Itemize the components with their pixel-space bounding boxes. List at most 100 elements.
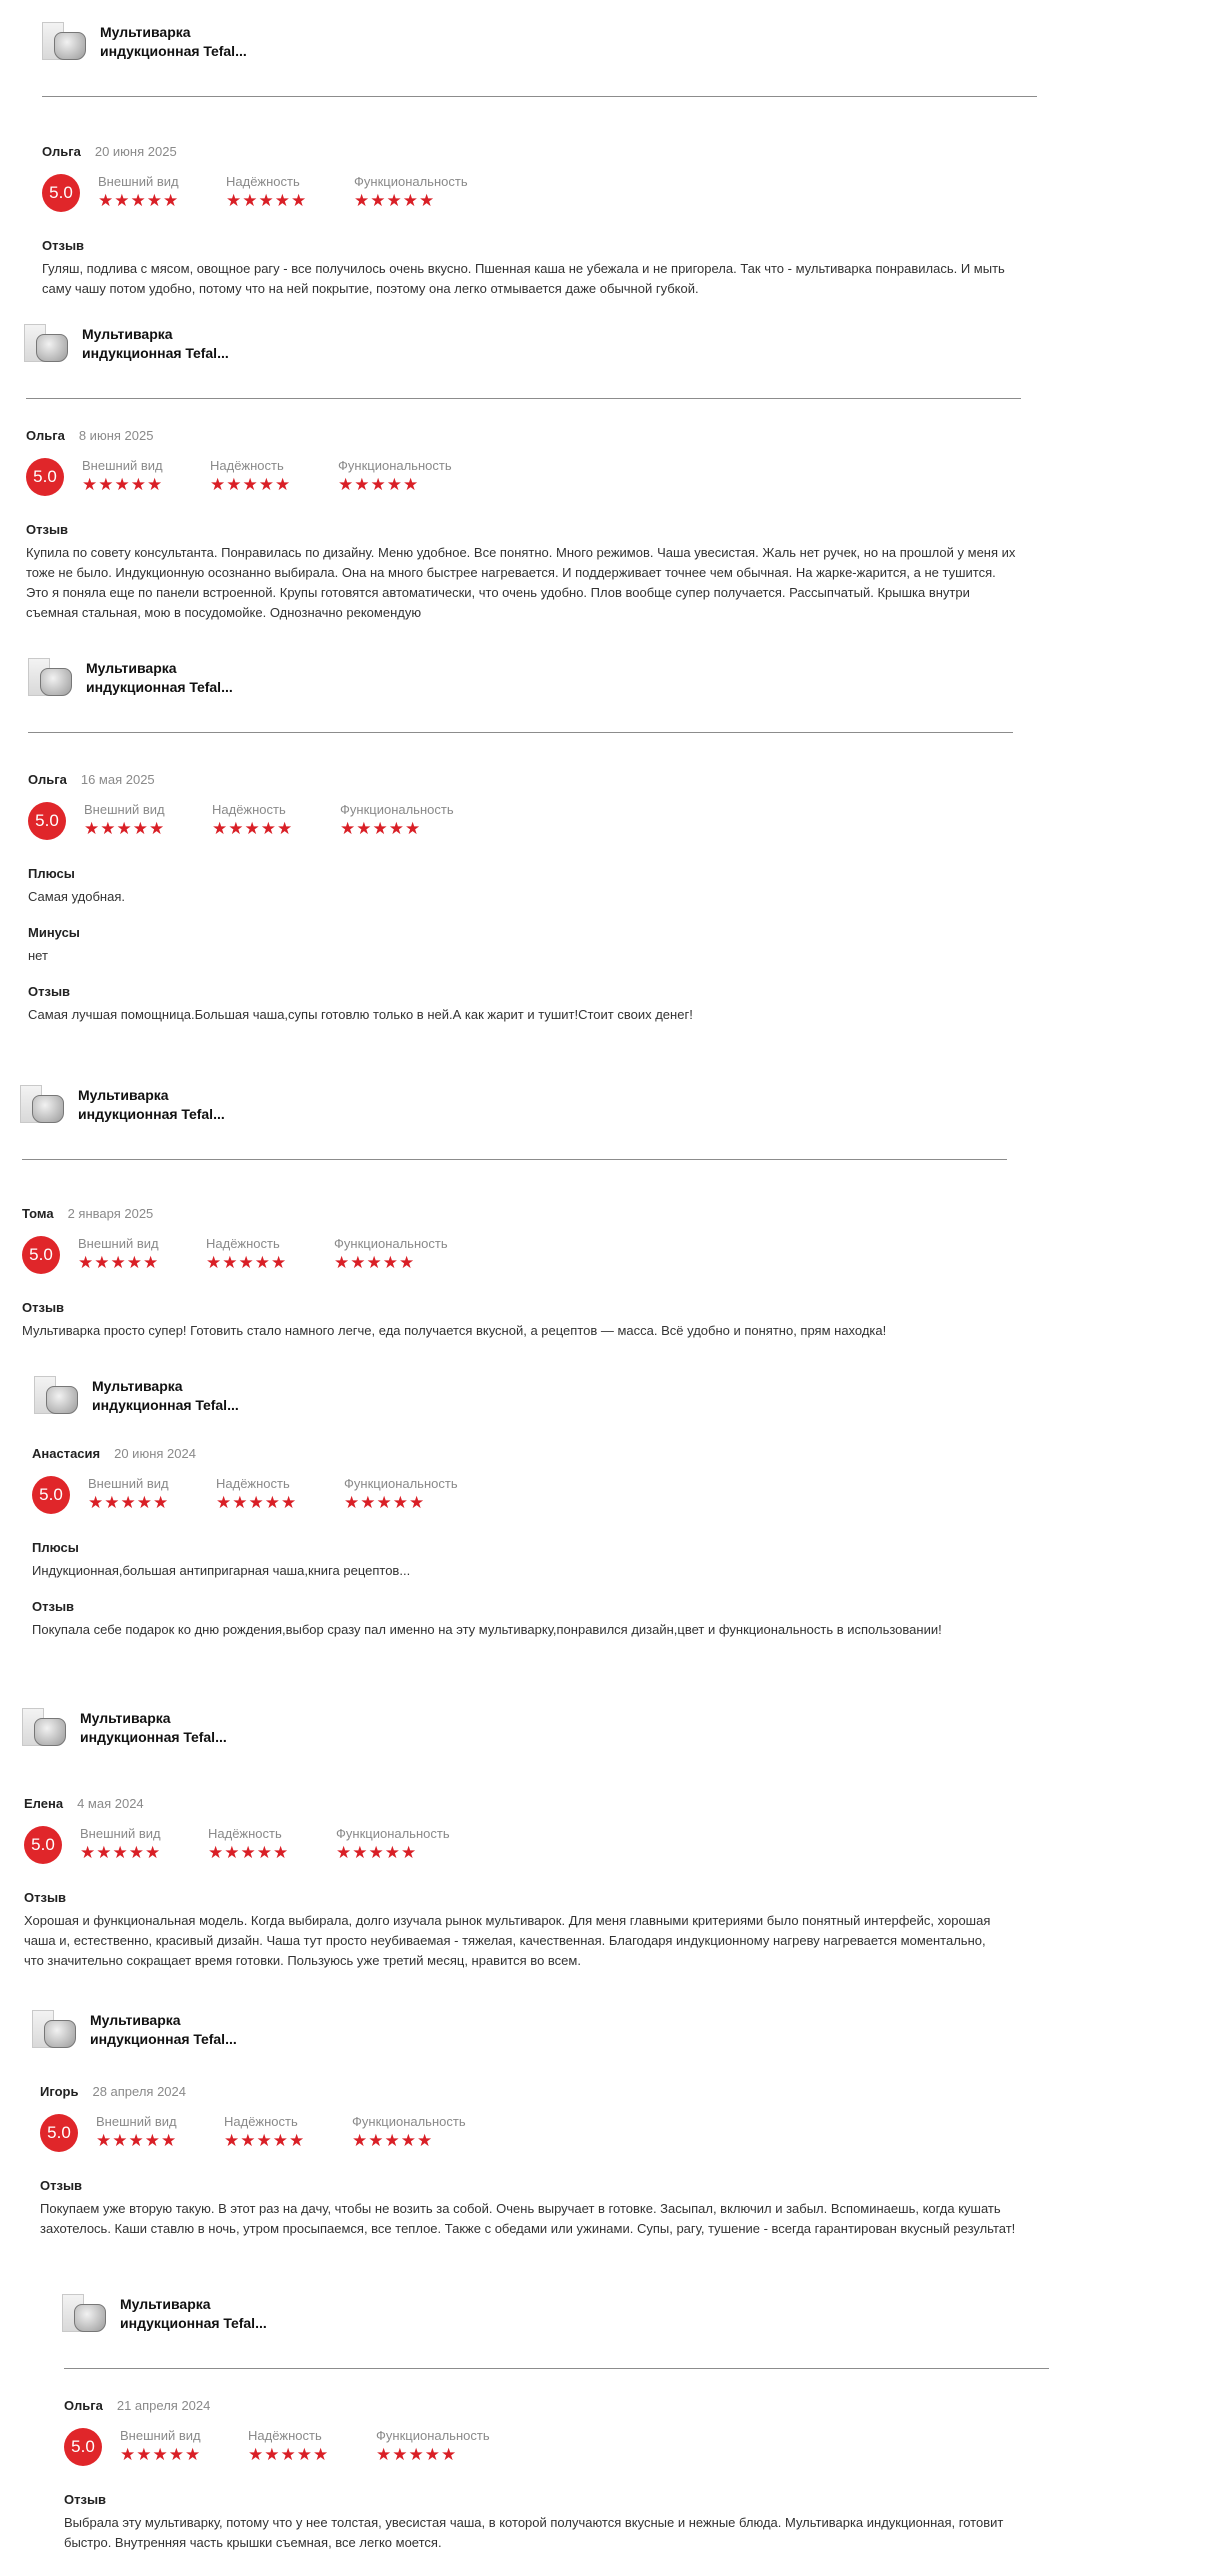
score-badge: 5.0 <box>32 1476 70 1514</box>
product-link[interactable]: Мультиварка индукционная Tefal... <box>26 650 1046 706</box>
reviews-page: Мультиварка индукционная Tefal... Ольга 20… <box>0 0 1222 2553</box>
score-badge: 5.0 <box>22 1236 60 1274</box>
rating-row: 5.0 Внешний вид ★★★★★ Надёжность ★★★★★ Функци… <box>32 1476 1017 1522</box>
rating-label: Функциональность <box>340 802 454 817</box>
review-header: Елена 4 мая 2024 <box>24 1796 1009 1814</box>
review-section-text: Индукционная,большая антипригарная чаша,… <box>32 1563 411 1578</box>
rating-stars-icon: ★★★★★ <box>224 2131 306 2150</box>
review-divider <box>22 1159 1007 1160</box>
product-name: Мультиварка индукционная Tefal... <box>86 660 233 695</box>
rating-stars-icon: ★★★★★ <box>210 475 292 494</box>
rating-stars-icon: ★★★★★ <box>248 2445 330 2464</box>
rating-criterion: Надёжность ★★★★★ <box>210 458 338 494</box>
review-date: 21 апреля 2024 <box>116 2398 211 2413</box>
rating-stars-icon: ★★★★★ <box>354 191 436 210</box>
review-header: Ольга 20 июня 2025 <box>42 144 1037 162</box>
rating-criterion: Функциональность ★★★★★ <box>334 1236 462 1272</box>
rating-criterion: Функциональность ★★★★★ <box>354 174 482 210</box>
product-link[interactable]: Мультиварка индукционная Tefal... <box>18 1077 1038 1133</box>
rating-stars-icon: ★★★★★ <box>344 1493 426 1512</box>
review-divider <box>42 96 1037 97</box>
review-section-text: Самая удобная. <box>28 889 125 904</box>
rating-stars-icon: ★★★★★ <box>120 2445 202 2464</box>
review-date: 20 июня 2024 <box>114 1446 196 1461</box>
review-section-title: Минусы <box>28 925 80 940</box>
review-header: Ольга 8 июня 2025 <box>26 428 1021 446</box>
multicooker-icon <box>54 32 86 60</box>
review-date: 28 апреля 2024 <box>92 2084 186 2099</box>
rating-row: 5.0 Внешний вид ★★★★★ Надёжность ★★★★★ Функци… <box>42 174 1037 220</box>
rating-stars-icon: ★★★★★ <box>82 475 164 494</box>
rating-stars-icon: ★★★★★ <box>206 1253 288 1272</box>
multicooker-icon <box>74 2304 106 2332</box>
rating-criterion: Надёжность ★★★★★ <box>226 174 354 210</box>
score-badge: 5.0 <box>42 174 80 212</box>
product-thumbnail <box>30 2006 78 2054</box>
review-author: Ольга <box>28 772 67 787</box>
review-section-title: Отзыв <box>26 522 69 537</box>
review-card: Анастасия 20 июня 2024 5.0 Внешний вид ★★★★★… <box>32 1432 1017 1640</box>
review-card: Ольга 8 июня 2025 5.0 Внешний вид ★★★★★ Надёж… <box>26 414 1021 623</box>
score-badge: 5.0 <box>64 2428 102 2466</box>
multicooker-icon <box>34 1718 66 1746</box>
review-card: Елена 4 мая 2024 5.0 Внешний вид ★★★★★ Надёжн… <box>24 1782 1009 1971</box>
review-date: 16 мая 2025 <box>80 772 155 787</box>
review-section-title: Плюсы <box>28 866 75 881</box>
rating-label: Функциональность <box>344 1476 458 1491</box>
review-header: Анастасия 20 июня 2024 <box>32 1446 1017 1464</box>
product-name: Мультиварка индукционная Tefal... <box>100 24 247 59</box>
product-name: Мультиварка индукционная Tefal... <box>90 2012 237 2047</box>
product-thumbnail <box>22 320 70 368</box>
product-link[interactable]: Мультиварка индукционная Tefal... <box>32 1368 1052 1424</box>
rating-label: Внешний вид <box>78 1236 159 1251</box>
rating-stars-icon: ★★★★★ <box>98 191 180 210</box>
review-date: 8 июня 2025 <box>78 428 154 443</box>
product-link[interactable]: Мультиварка индукционная Tefal... <box>40 14 1060 70</box>
rating-label: Функциональность <box>354 174 468 189</box>
product-name: Мультиварка индукционная Tefal... <box>80 1710 227 1745</box>
rating-row: 5.0 Внешний вид ★★★★★ Надёжность ★★★★★ Функци… <box>24 1826 1009 1872</box>
product-thumbnail <box>60 2290 108 2338</box>
multicooker-icon <box>46 1386 78 1414</box>
rating-label: Внешний вид <box>88 1476 169 1491</box>
rating-criterion: Функциональность ★★★★★ <box>376 2428 504 2464</box>
rating-stars-icon: ★★★★★ <box>340 819 422 838</box>
rating-criterion: Функциональность ★★★★★ <box>336 1826 464 1862</box>
rating-stars-icon: ★★★★★ <box>352 2131 434 2150</box>
rating-stars-icon: ★★★★★ <box>376 2445 458 2464</box>
rating-criterion: Надёжность ★★★★★ <box>216 1476 344 1512</box>
rating-label: Функциональность <box>334 1236 448 1251</box>
review-author: Игорь <box>40 2084 79 2099</box>
rating-criterion: Функциональность ★★★★★ <box>340 802 468 838</box>
rating-stars-icon: ★★★★★ <box>212 819 294 838</box>
multicooker-icon <box>36 334 68 362</box>
review-card: Ольга 21 апреля 2024 5.0 Внешний вид ★★★★★ На… <box>64 2384 1049 2553</box>
rating-criterion: Внешний вид ★★★★★ <box>80 1826 208 1862</box>
multicooker-icon <box>40 668 72 696</box>
rating-stars-icon: ★★★★★ <box>208 1843 290 1862</box>
rating-label: Надёжность <box>212 802 286 817</box>
rating-label: Надёжность <box>248 2428 322 2443</box>
product-name: Мультиварка индукционная Tefal... <box>82 326 229 361</box>
product-name: Мультиварка индукционная Tefal... <box>92 1378 239 1413</box>
rating-label: Внешний вид <box>98 174 179 189</box>
product-link[interactable]: Мультиварка индукционная Tefal... <box>20 1700 1040 1756</box>
rating-label: Надёжность <box>224 2114 298 2129</box>
score-badge: 5.0 <box>40 2114 78 2152</box>
review-section-title: Отзыв <box>32 1599 75 1614</box>
review-author: Ольга <box>64 2398 103 2413</box>
rating-stars-icon: ★★★★★ <box>80 1843 162 1862</box>
review-section-title: Отзыв <box>42 238 85 253</box>
review-author: Анастасия <box>32 1446 101 1461</box>
review-section-text: Хорошая и функциональная модель. Когда в… <box>24 1913 991 1968</box>
score-badge: 5.0 <box>28 802 66 840</box>
rating-row: 5.0 Внешний вид ★★★★★ Надёжность ★★★★★ Функци… <box>22 1236 1007 1282</box>
product-link[interactable]: Мультиварка индукционная Tefal... <box>30 2002 1050 2058</box>
rating-criterion: Надёжность ★★★★★ <box>208 1826 336 1862</box>
product-link[interactable]: Мультиварка индукционная Tefal... <box>60 2286 1080 2342</box>
product-link[interactable]: Мультиварка индукционная Tefal... <box>22 316 1042 372</box>
rating-row: 5.0 Внешний вид ★★★★★ Надёжность ★★★★★ Функци… <box>26 458 1021 504</box>
review-card: Ольга 20 июня 2025 5.0 Внешний вид ★★★★★ Надё… <box>42 130 1037 299</box>
rating-label: Внешний вид <box>80 1826 161 1841</box>
review-header: Тома 2 января 2025 <box>22 1206 1007 1224</box>
